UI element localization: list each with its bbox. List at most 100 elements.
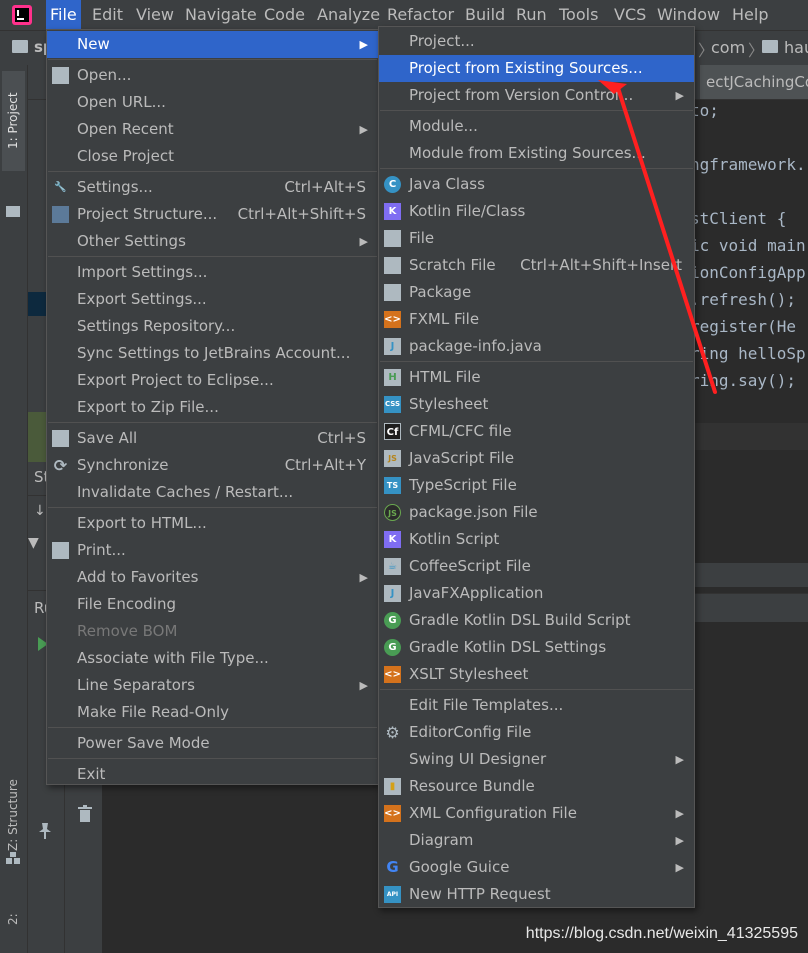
new_menu-item-label: Scratch File: [409, 256, 496, 274]
new_menu-item-gradle-kotlin-dsl-settings[interactable]: G Gradle Kotlin DSL Settings: [379, 634, 694, 661]
new_menu-item-java-class[interactable]: C Java Class: [379, 171, 694, 198]
editor-tab-active[interactable]: ectJCachingConf: [700, 65, 808, 99]
file_menu-item-label: File Encoding: [77, 595, 176, 613]
new_menu-item-file[interactable]: File: [379, 225, 694, 252]
new_menu-item-typescript-file[interactable]: TS TypeScript File: [379, 472, 694, 499]
new_menu-item-project-from-existing-sources[interactable]: Project from Existing Sources...: [379, 55, 694, 82]
new_menu-item-module-from-existing-sources[interactable]: Module from Existing Sources...: [379, 140, 694, 167]
package-json-icon: JS: [384, 504, 401, 521]
new_menu-item-edit-file-templates[interactable]: Edit File Templates...: [379, 692, 694, 719]
new_menu-item-xslt-stylesheet[interactable]: <> XSLT Stylesheet: [379, 661, 694, 688]
submenu-arrow-icon: ▶: [675, 807, 684, 820]
new_menu-item-module[interactable]: Module...: [379, 113, 694, 140]
file_menu-item-label: Import Settings...: [77, 263, 208, 281]
file_menu-item-open-recent[interactable]: Open Recent ▶: [47, 116, 378, 143]
new_menu-item-label: Kotlin File/Class: [409, 202, 526, 220]
new_menu-item-diagram[interactable]: Diagram ▶: [379, 827, 694, 854]
file_menu-item-export-to-html[interactable]: Export to HTML...: [47, 510, 378, 537]
menu-separator: [48, 59, 377, 60]
new_menu-item-javascript-file[interactable]: JS JavaScript File: [379, 445, 694, 472]
trash-icon[interactable]: [78, 805, 92, 823]
file_menu-item-power-save-mode[interactable]: Power Save Mode: [47, 730, 378, 757]
new_menu-item-scratch-file[interactable]: Scratch File Ctrl+Alt+Shift+Insert: [379, 252, 694, 279]
keyboard-shortcut: Ctrl+Alt+S: [284, 178, 366, 196]
new_menu-item-cfml-cfc-file[interactable]: Cf CFML/CFC file: [379, 418, 694, 445]
new_menu-item-fxml-file[interactable]: <> FXML File: [379, 306, 694, 333]
file_menu-item-label: Line Separators: [77, 676, 195, 694]
file_menu-item-file-encoding[interactable]: File Encoding: [47, 591, 378, 618]
file_menu-item-line-separators[interactable]: Line Separators ▶: [47, 672, 378, 699]
file_menu-item-settings-repository[interactable]: Settings Repository...: [47, 313, 378, 340]
menu-separator: [48, 256, 377, 257]
file_menu-item-exit[interactable]: Exit: [47, 761, 378, 788]
file_menu-item-save-all[interactable]: Save All Ctrl+S: [47, 425, 378, 452]
file_menu-item-settings[interactable]: 🔧 Settings... Ctrl+Alt+S: [47, 174, 378, 201]
menu-navigate[interactable]: Navigate: [181, 0, 261, 30]
menu-edit[interactable]: Edit: [88, 0, 127, 30]
editor-tab-title: ectJCachingConf: [706, 73, 808, 91]
file_menu-item-export-project-to-eclipse[interactable]: Export Project to Eclipse...: [47, 367, 378, 394]
breadcrumb-com[interactable]: com: [711, 38, 745, 57]
favorites-tool-tab[interactable]: 2: Favorites: [2, 885, 43, 953]
menu-analyze[interactable]: Analyze: [313, 0, 384, 30]
new_menu-item-resource-bundle[interactable]: ▮ Resource Bundle: [379, 773, 694, 800]
file_menu-item-export-settings[interactable]: Export Settings...: [47, 286, 378, 313]
new_menu-item-package[interactable]: Package: [379, 279, 694, 306]
new_menu-item-project[interactable]: Project...: [379, 28, 694, 55]
file_menu-item-associate-with-file-type[interactable]: Associate with File Type...: [47, 645, 378, 672]
file_menu-item-invalidate-caches-restart[interactable]: Invalidate Caches / Restart...: [47, 479, 378, 506]
project-tool-tab[interactable]: 1: Project: [2, 71, 25, 171]
down-arrow-icon[interactable]: ↓: [34, 503, 46, 519]
new_menu-item-new-http-request[interactable]: API New HTTP Request: [379, 881, 694, 908]
file_menu-item-open[interactable]: Open...: [47, 62, 378, 89]
file_menu-item-close-project[interactable]: Close Project: [47, 143, 378, 170]
new_menu-item-label: CFML/CFC file: [409, 422, 512, 440]
code-line: ionConfigApp: [690, 263, 806, 282]
gradle-settings-icon: G: [384, 639, 401, 656]
file_menu-item-print[interactable]: Print...: [47, 537, 378, 564]
file_menu-item-label: Print...: [77, 541, 126, 559]
pin-icon[interactable]: [38, 823, 52, 839]
new_menu-item-editorconfig-file[interactable]: ⚙ EditorConfig File: [379, 719, 694, 746]
new_menu-item-label: Module...: [409, 117, 478, 135]
menu-view[interactable]: View: [132, 0, 178, 30]
new_menu-item-xml-configuration-file[interactable]: <> XML Configuration File ▶: [379, 800, 694, 827]
new_menu-item-package-info-java[interactable]: Jpackage-info.java: [379, 333, 694, 360]
new_menu-item-kotlin-script[interactable]: K Kotlin Script: [379, 526, 694, 553]
file_menu-item-import-settings[interactable]: Import Settings...: [47, 259, 378, 286]
file_menu-item-other-settings[interactable]: Other Settings ▶: [47, 228, 378, 255]
new_menu-item-project-from-version-control[interactable]: Project from Version Control... ▶: [379, 82, 694, 109]
new_menu-item-gradle-kotlin-dsl-build-script[interactable]: G Gradle Kotlin DSL Build Script: [379, 607, 694, 634]
breadcrumb-hau[interactable]: hau: [784, 38, 808, 57]
menu-help[interactable]: Help: [728, 0, 772, 30]
package-info-icon: J: [384, 338, 401, 355]
keyboard-shortcut: Ctrl+Alt+Shift+S: [237, 205, 366, 223]
new_menu-item-stylesheet[interactable]: CSS Stylesheet: [379, 391, 694, 418]
new_menu-item-label: TypeScript File: [409, 476, 517, 494]
file_menu-item-label: Close Project: [77, 147, 174, 165]
file_menu-item-export-to-zip-file[interactable]: Export to Zip File...: [47, 394, 378, 421]
keyboard-shortcut: Ctrl+S: [317, 429, 366, 447]
collapse-triangle-icon[interactable]: ▼: [28, 535, 39, 551]
file_menu-item-make-file-read-only[interactable]: Make File Read-Only: [47, 699, 378, 726]
new_menu-item-html-file[interactable]: H HTML File: [379, 364, 694, 391]
file_menu-item-add-to-favorites[interactable]: Add to Favorites ▶: [47, 564, 378, 591]
file_menu-item-synchronize[interactable]: ⟳ Synchronize Ctrl+Alt+Y: [47, 452, 378, 479]
new_menu-item-label: Swing UI Designer: [409, 750, 547, 768]
menu-code[interactable]: Code: [260, 0, 309, 30]
file_menu-item-open-url[interactable]: Open URL...: [47, 89, 378, 116]
new_menu-item-kotlin-file-class[interactable]: K Kotlin File/Class: [379, 198, 694, 225]
new_menu-item-javafxapplication[interactable]: J JavaFXApplication: [379, 580, 694, 607]
new_menu-item-label: HTML File: [409, 368, 481, 386]
folder-icon: [762, 40, 778, 53]
new_menu-item-coffeescript-file[interactable]: ☕ CoffeeScript File: [379, 553, 694, 580]
file_menu-item-remove-bom: Remove BOM: [47, 618, 378, 645]
new_menu-item-label: JavaScript File: [409, 449, 515, 467]
new_menu-item-google-guice[interactable]: G Google Guice ▶: [379, 854, 694, 881]
new_menu-item-swing-ui-designer[interactable]: Swing UI Designer ▶: [379, 746, 694, 773]
file_menu-item-project-structure[interactable]: Project Structure... Ctrl+Alt+Shift+S: [47, 201, 378, 228]
file_menu-item-sync-settings-to-jetbrains-account[interactable]: Sync Settings to JetBrains Account...: [47, 340, 378, 367]
file_menu-item-new[interactable]: New ▶: [47, 31, 378, 58]
new_menu-item-package-json-file[interactable]: JS package.json File: [379, 499, 694, 526]
menu-file[interactable]: File: [46, 0, 81, 30]
